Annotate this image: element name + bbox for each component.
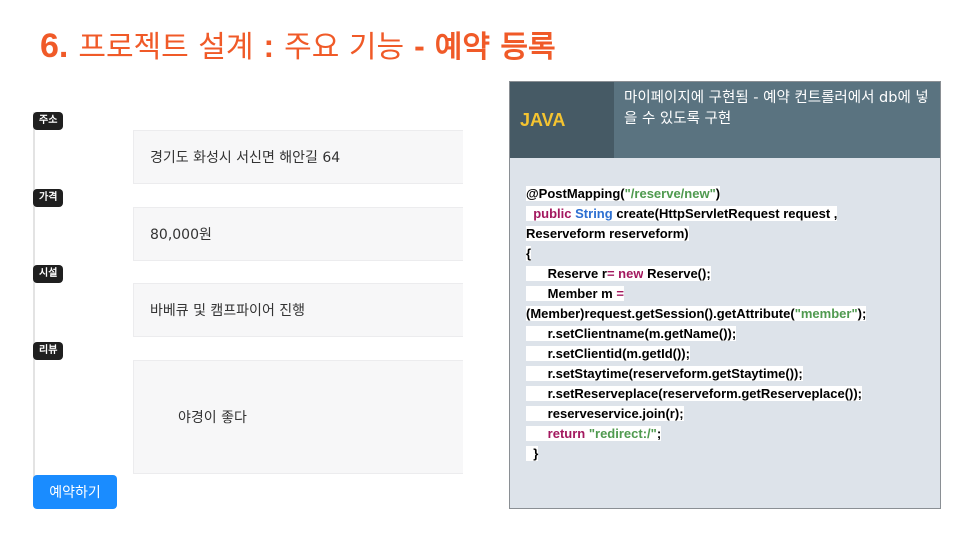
code-token: ) (715, 186, 721, 201)
code-token: "member" (794, 306, 858, 321)
code-line: Reserveform reserveform) (526, 224, 936, 244)
code-token: public (533, 206, 572, 221)
code-token: r.setClientid(m.getId()); (526, 346, 690, 361)
code-line: } (526, 444, 936, 464)
code-line: (Member)request.getSession().getAttribut… (526, 304, 936, 324)
code-token: (Member)request.getSession().getAttribut… (526, 306, 795, 321)
code-token: "redirect:/" (588, 426, 657, 441)
title-project-design: 프로젝트 설계 (78, 30, 254, 65)
code-token: Member m (526, 286, 617, 301)
title-colon: : (263, 28, 275, 64)
code-line: reserveservice.join(r); (526, 404, 936, 424)
code-token: = (606, 266, 615, 281)
facility-field[interactable]: 바베큐 및 캠프파이어 진행 (133, 283, 463, 337)
code-token: Reserve(); (643, 266, 711, 281)
price-value: 80,000원 (150, 227, 212, 243)
code-token: "/reserve/new" (624, 186, 716, 201)
code-header: JAVA 마이페이지에 구현됨 - 예약 컨트롤러에서 db에 넣을 수 있도록… (510, 82, 940, 158)
code-token: new (618, 266, 644, 281)
code-token: create(HttpServletRequest request , (612, 206, 838, 221)
code-token: String (575, 206, 613, 221)
code-token: Reserve r (526, 266, 607, 281)
title-dash: - (414, 28, 425, 64)
facility-label: 시설 (33, 265, 64, 283)
review-textarea[interactable]: 야경이 좋다 (133, 360, 463, 474)
title-number: 6. (40, 27, 69, 65)
slide-title: 6. 프로젝트 설계 : 주요 기능 - 예약 등록 (40, 22, 556, 66)
code-token: return (547, 426, 586, 441)
code-line: { (526, 244, 936, 264)
code-token: { (526, 246, 532, 261)
code-description: 마이페이지에 구현됨 - 예약 컨트롤러에서 db에 넣을 수 있도록 구현 (624, 90, 929, 127)
review-value: 야경이 좋다 (178, 410, 247, 426)
code-line: r.setClientid(m.getId()); (526, 344, 936, 364)
code-token: ; (656, 426, 662, 441)
code-token: r.setStaytime(reserveform.getStaytime())… (526, 366, 803, 381)
address-label: 주소 (33, 112, 64, 130)
review-label: 리뷰 (33, 342, 64, 360)
code-panel: JAVA 마이페이지에 구현됨 - 예약 컨트롤러에서 db에 넣을 수 있도록… (509, 81, 941, 509)
price-label: 가격 (33, 189, 64, 207)
code-token: r.setClientname(m.getName()); (526, 326, 737, 341)
code-token: @PostMapping( (526, 186, 625, 201)
code-line: @PostMapping("/reserve/new") (526, 184, 936, 204)
address-field[interactable]: 경기도 화성시 서신면 해안길 64 (133, 130, 463, 184)
form-rail (33, 112, 35, 482)
code-token (526, 426, 548, 441)
title-reservation: 예약 등록 (434, 30, 556, 65)
code-language: JAVA (510, 82, 614, 158)
code-token: r.setReserveplace(reserveform.getReserve… (526, 386, 863, 401)
code-line: Reserve r= new Reserve(); (526, 264, 936, 284)
code-line: r.setReserveplace(reserveform.getReserve… (526, 384, 936, 404)
code-token: reserveservice.join(r); (526, 406, 684, 421)
address-value: 경기도 화성시 서신면 해안길 64 (150, 150, 341, 166)
code-token: Reserveform reserveform) (526, 226, 689, 241)
code-token: = (616, 286, 624, 301)
title-main-features: 주요 기능 (284, 30, 405, 65)
code-block: @PostMapping("/reserve/new") public Stri… (526, 184, 936, 464)
code-token: } (526, 446, 539, 461)
reserve-button[interactable]: 예약하기 (33, 475, 117, 509)
facility-value: 바베큐 및 캠프파이어 진행 (150, 303, 306, 319)
price-field[interactable]: 80,000원 (133, 207, 463, 261)
code-line: Member m = (526, 284, 936, 304)
code-token: ); (857, 306, 867, 321)
code-line: public String create(HttpServletRequest … (526, 204, 936, 224)
code-line: r.setStaytime(reserveform.getStaytime())… (526, 364, 936, 384)
code-line: r.setClientname(m.getName()); (526, 324, 936, 344)
code-line: return "redirect:/"; (526, 424, 936, 444)
